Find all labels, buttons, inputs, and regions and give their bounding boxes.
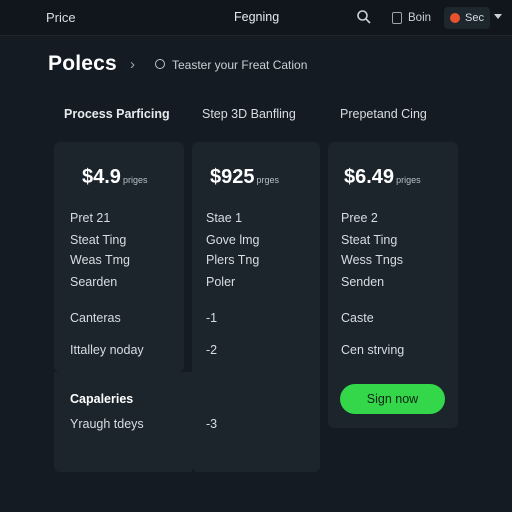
page-title: Polecs [48,52,117,75]
feature-item: Stae 1 [206,211,243,225]
feature-item: Canteras [70,311,121,325]
feature-item: Senden [341,275,385,289]
breadcrumb[interactable]: Teaster your Freat Cation [172,58,307,72]
chevron-right-icon: › [130,56,135,73]
top-bar: Price Fegning Boin Sec [0,0,512,36]
account-label: Sec [465,12,484,24]
lock-icon [392,12,402,24]
user-label: Boin [408,12,432,24]
feature-item: -2 [206,343,218,357]
feature-item: Ittalley noday [70,343,144,357]
feature-item: Gove lmg [206,233,260,247]
capabilities-title: Capaleries [70,392,134,406]
feature-item: Cen strving [341,343,405,357]
avatar [450,13,460,23]
feature-item: -1 [206,311,218,325]
capabilities-row-label: Yraugh tdeys [70,417,144,431]
plan-price-1: $4.9 priges [82,166,148,188]
account-button[interactable]: Sec [444,7,490,29]
plan-price-3: $6.49 priges [344,166,421,188]
feature-item: Wess Tngs [341,253,404,267]
feature-item: Pret 21 [70,211,111,225]
plan-price-2: $925 prges [210,166,280,188]
feature-item: Steat Ting [70,233,127,247]
feature-item: Pree 2 [341,211,378,225]
feature-item: Poler [206,275,236,289]
user-button[interactable]: Boin [386,7,439,29]
brand-label[interactable]: Price [46,10,76,25]
search-icon[interactable] [356,9,372,25]
feature-item: Searden [70,275,118,289]
sign-now-button[interactable]: Sign now [340,384,445,414]
circle-icon [155,59,165,69]
feature-item: Steat Ting [341,233,398,247]
plan-heading-2: Step 3D Banfling [202,107,296,121]
nav-title[interactable]: Fegning [234,10,279,24]
feature-item: Plers Tng [206,253,260,267]
feature-item: Caste [341,311,374,325]
feature-item: Weas Tmg [70,253,130,267]
capabilities-row-value: -3 [206,417,218,431]
plan-heading-1: Process Parficing [64,107,170,121]
plan-heading-3: Prepetand Cing [340,107,427,121]
chevron-down-icon[interactable] [494,14,502,19]
